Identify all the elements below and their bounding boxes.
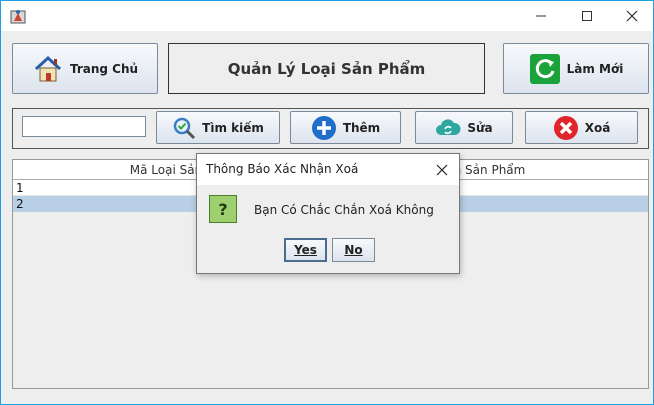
title-bar xyxy=(1,1,653,31)
delete-button[interactable]: Xoá xyxy=(525,111,638,144)
cloud-sync-icon xyxy=(436,118,461,135)
dialog-title: Thông Báo Xác Nhận Xoá xyxy=(206,162,359,176)
home-icon xyxy=(34,55,61,81)
minimize-button[interactable] xyxy=(518,1,564,31)
close-icon xyxy=(626,10,638,22)
edit-button[interactable]: Sửa xyxy=(415,111,513,144)
java-app-icon xyxy=(10,10,26,24)
refresh-button[interactable]: Làm Mới xyxy=(503,43,649,94)
refresh-button-label: Làm Mới xyxy=(566,61,624,76)
close-icon xyxy=(436,164,448,176)
close-button[interactable] xyxy=(609,1,654,31)
add-button[interactable]: Thêm xyxy=(290,111,401,144)
search-icon xyxy=(173,117,196,139)
home-button-label: Trang Chủ xyxy=(69,61,139,76)
no-button[interactable]: No xyxy=(332,238,375,262)
delete-x-icon xyxy=(553,115,578,140)
edit-button-label: Sửa xyxy=(467,120,493,135)
page-title: Quản Lý Loại Sản Phẩm xyxy=(168,43,485,94)
table-cell-id: 2 xyxy=(16,197,24,211)
question-icon: ? xyxy=(209,195,237,223)
add-button-label: Thêm xyxy=(342,120,381,135)
plus-icon xyxy=(311,115,336,140)
search-button-label: Tìm kiếm xyxy=(202,120,264,135)
home-button[interactable]: Trang Chủ xyxy=(12,43,158,94)
search-input[interactable] xyxy=(22,116,146,137)
refresh-icon xyxy=(529,53,560,84)
confirm-delete-dialog: Thông Báo Xác Nhận Xoá ? Bạn Có Chắc Chắ… xyxy=(196,153,460,274)
delete-button-label: Xoá xyxy=(584,120,611,135)
search-button[interactable]: Tìm kiếm xyxy=(156,111,280,144)
minimize-icon xyxy=(536,15,546,17)
maximize-button[interactable] xyxy=(564,1,610,31)
yes-button[interactable]: Yes xyxy=(284,238,327,262)
dialog-title-bar: Thông Báo Xác Nhận Xoá xyxy=(197,154,459,185)
table-cell-id: 1 xyxy=(16,181,24,195)
maximize-icon xyxy=(582,11,592,21)
dialog-message: Bạn Có Chắc Chắn Xoá Không xyxy=(254,203,434,217)
dialog-close-button[interactable] xyxy=(431,159,453,181)
